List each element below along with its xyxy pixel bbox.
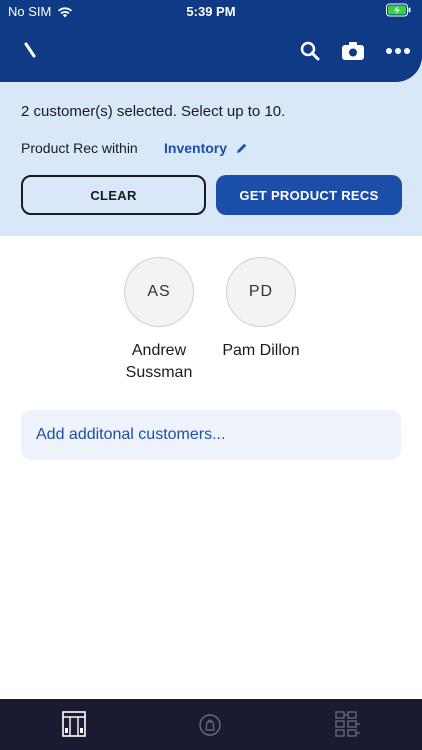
search-icon[interactable]: [299, 41, 321, 61]
customer-name: Pam Dillon: [222, 342, 300, 359]
add-customers-input[interactable]: Add additonal customers...: [21, 410, 401, 460]
status-bar: No SIM 5:39 PM: [0, 0, 422, 24]
rec-within-selector[interactable]: Inventory: [164, 140, 248, 156]
get-product-recs-button[interactable]: GET PRODUCT RECS: [216, 175, 402, 215]
battery-charging-icon: [386, 3, 411, 17]
camera-icon[interactable]: [341, 41, 365, 61]
hierarchy-icon[interactable]: [334, 711, 362, 737]
product-bag-icon[interactable]: [198, 711, 222, 737]
rec-within-label: Product Rec within: [21, 140, 138, 156]
status-time: 5:39 PM: [186, 4, 236, 19]
storefront-icon[interactable]: [62, 711, 86, 737]
tab-bar: [0, 699, 422, 750]
selection-message: 2 customer(s) selected. Select up to 10.: [21, 103, 286, 120]
rec-within-value: Inventory: [164, 140, 228, 156]
avatar[interactable]: AS: [124, 257, 194, 327]
edit-pencil-icon: [237, 143, 247, 153]
customer-name: Andrew Sussman: [125, 342, 193, 381]
navigation-bar: No SIM 5:39 PM: [0, 0, 422, 82]
more-icon[interactable]: [385, 47, 411, 55]
clear-button[interactable]: CLEAR: [21, 175, 206, 215]
back-icon[interactable]: [18, 40, 38, 60]
avatar[interactable]: PD: [226, 257, 296, 327]
